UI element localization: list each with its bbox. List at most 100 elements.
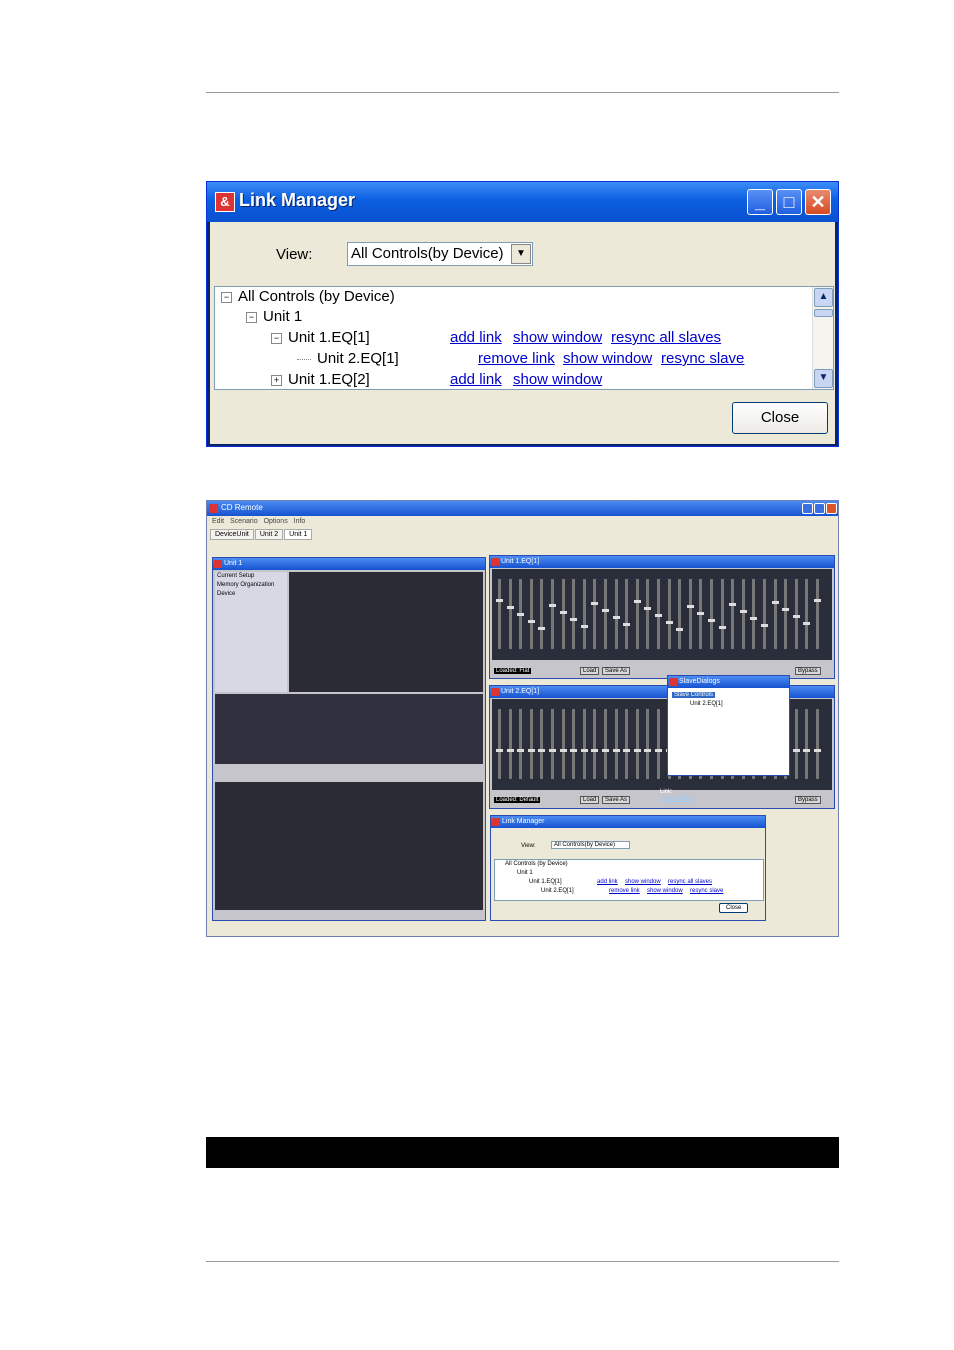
- eq-fader[interactable]: [741, 579, 745, 649]
- eq-fader[interactable]: [551, 579, 554, 649]
- eq-fader[interactable]: [498, 709, 501, 779]
- show-window-link[interactable]: show window: [563, 349, 652, 369]
- mini-show-window[interactable]: show window: [647, 888, 683, 894]
- tree-item-slave-controls[interactable]: Slave Controls: [672, 692, 716, 698]
- remove-link-link[interactable]: remove link: [478, 349, 555, 369]
- eq-fader-knob[interactable]: [792, 615, 800, 618]
- scroll-up-icon[interactable]: ▲: [814, 288, 833, 307]
- eq1-load-button[interactable]: Load: [580, 667, 600, 675]
- link-manager-titlebar[interactable]: & Link Manager _ □ ✕: [207, 182, 838, 222]
- eq-fader-knob[interactable]: [633, 749, 641, 752]
- eq-fader-knob[interactable]: [655, 749, 662, 752]
- eq-fader-knob[interactable]: [623, 623, 631, 626]
- eq-fader-knob[interactable]: [792, 749, 800, 752]
- eq-fader[interactable]: [635, 709, 639, 779]
- eq-fader[interactable]: [678, 579, 682, 649]
- eq-fader-knob[interactable]: [612, 749, 620, 752]
- eq2-link-target[interactable]: Unit 1.EQ[1]: [660, 796, 693, 802]
- add-link-link[interactable]: add link: [450, 328, 502, 348]
- eq-fader[interactable]: [794, 709, 798, 779]
- eq-fader[interactable]: [540, 579, 544, 649]
- tree-item-eq1[interactable]: − Unit 1.EQ[1]: [271, 328, 370, 348]
- tree-item-memory-organization[interactable]: Memory Organization: [217, 582, 274, 588]
- eq-fader-knob[interactable]: [676, 628, 684, 631]
- eq-fader[interactable]: [593, 709, 597, 779]
- collapse-icon[interactable]: −: [221, 291, 232, 303]
- tree-item-current-setup[interactable]: Current Setup: [217, 573, 254, 579]
- eq-fader[interactable]: [529, 709, 533, 779]
- eq-fader-knob[interactable]: [517, 613, 525, 616]
- eq-fader-knob[interactable]: [496, 749, 503, 752]
- mini-tree-root[interactable]: All Controls (by Device): [505, 861, 568, 867]
- eq-fader[interactable]: [561, 709, 565, 779]
- add-link-link[interactable]: add link: [450, 370, 502, 389]
- eq-fader-knob[interactable]: [527, 749, 535, 752]
- eq-fader[interactable]: [508, 579, 512, 649]
- eq1-titlebar[interactable]: Unit 1.EQ[1]: [490, 556, 834, 568]
- eq-fader[interactable]: [646, 579, 650, 649]
- eq-fader[interactable]: [816, 579, 819, 649]
- eq-fader-knob[interactable]: [697, 612, 705, 615]
- eq-fader-knob[interactable]: [665, 621, 673, 624]
- eq-fader-knob[interactable]: [686, 605, 694, 608]
- mini-show-window[interactable]: show window: [625, 879, 661, 885]
- unit1-titlebar[interactable]: Unit 1: [213, 558, 485, 570]
- tree-item-slave[interactable]: Unit 2.EQ[1]: [297, 349, 399, 369]
- tree-item-root[interactable]: − All Controls (by Device): [221, 287, 395, 307]
- eq-fader-knob[interactable]: [814, 749, 821, 752]
- eq-fader-knob[interactable]: [612, 616, 620, 619]
- scroll-thumb[interactable]: [814, 309, 833, 317]
- eq-fader[interactable]: [540, 709, 544, 779]
- eq-fader-knob[interactable]: [644, 607, 652, 610]
- eq-fader-knob[interactable]: [655, 614, 662, 617]
- eq-fader-knob[interactable]: [602, 749, 609, 752]
- close-button[interactable]: Close: [732, 402, 828, 434]
- eq-fader-knob[interactable]: [506, 749, 514, 752]
- eq-fader[interactable]: [614, 579, 618, 649]
- eq-fader-knob[interactable]: [761, 624, 768, 627]
- mini-tree-unit1[interactable]: Unit 1: [517, 870, 533, 876]
- tab-unit-1[interactable]: Unit 1: [284, 529, 313, 540]
- eq-fader-knob[interactable]: [814, 599, 821, 602]
- dropdown-arrow-icon[interactable]: ▼: [511, 244, 531, 264]
- eq-fader[interactable]: [561, 579, 565, 649]
- mini-tree-slave[interactable]: Unit 2.EQ[1]: [541, 888, 574, 894]
- eq-fader[interactable]: [794, 579, 798, 649]
- eq-fader[interactable]: [572, 709, 576, 779]
- mini-link-manager-titlebar[interactable]: Link Manager: [491, 816, 765, 828]
- eq-fader-knob[interactable]: [803, 622, 811, 625]
- eq2-load-button[interactable]: Load: [580, 796, 600, 804]
- eq-fader-knob[interactable]: [549, 749, 556, 752]
- eq-fader[interactable]: [625, 579, 629, 649]
- eq-fader-knob[interactable]: [559, 749, 567, 752]
- cd-remote-titlebar[interactable]: CD Remote: [207, 501, 838, 516]
- eq-fader[interactable]: [816, 709, 819, 779]
- eq-fader-knob[interactable]: [570, 618, 578, 621]
- eq-fader-knob[interactable]: [496, 599, 503, 602]
- eq-fader-knob[interactable]: [506, 606, 514, 609]
- eq-fader[interactable]: [519, 709, 523, 779]
- eq-fader[interactable]: [710, 579, 713, 649]
- eq1-save-as-button[interactable]: Save As: [602, 667, 631, 675]
- scroll-down-icon[interactable]: ▼: [814, 369, 833, 388]
- tab-deviceunit[interactable]: DeviceUnit: [210, 529, 254, 540]
- eq-fader[interactable]: [572, 579, 576, 649]
- menu-bar[interactable]: Edit Scenario Options Info: [212, 518, 305, 525]
- eq-fader-knob[interactable]: [803, 749, 811, 752]
- mini-add-link[interactable]: add link: [597, 879, 618, 885]
- eq-fader[interactable]: [688, 579, 692, 649]
- eq-fader-knob[interactable]: [570, 749, 578, 752]
- mini-remove-link[interactable]: remove link: [609, 888, 640, 894]
- eq-fader[interactable]: [529, 579, 533, 649]
- collapse-icon[interactable]: −: [246, 311, 257, 323]
- tree-item-slave-eq[interactable]: Unit 2.EQ[1]: [690, 701, 723, 707]
- eq-fader[interactable]: [508, 709, 512, 779]
- eq-fader[interactable]: [657, 709, 660, 779]
- eq-fader[interactable]: [731, 579, 735, 649]
- eq-fader[interactable]: [593, 579, 597, 649]
- mini-view-select[interactable]: All Controls(by Device): [551, 841, 631, 849]
- eq-fader-knob[interactable]: [708, 619, 715, 622]
- eq-fader[interactable]: [582, 579, 586, 649]
- eq-fader-knob[interactable]: [771, 601, 779, 604]
- mini-close-button[interactable]: Close: [719, 903, 749, 913]
